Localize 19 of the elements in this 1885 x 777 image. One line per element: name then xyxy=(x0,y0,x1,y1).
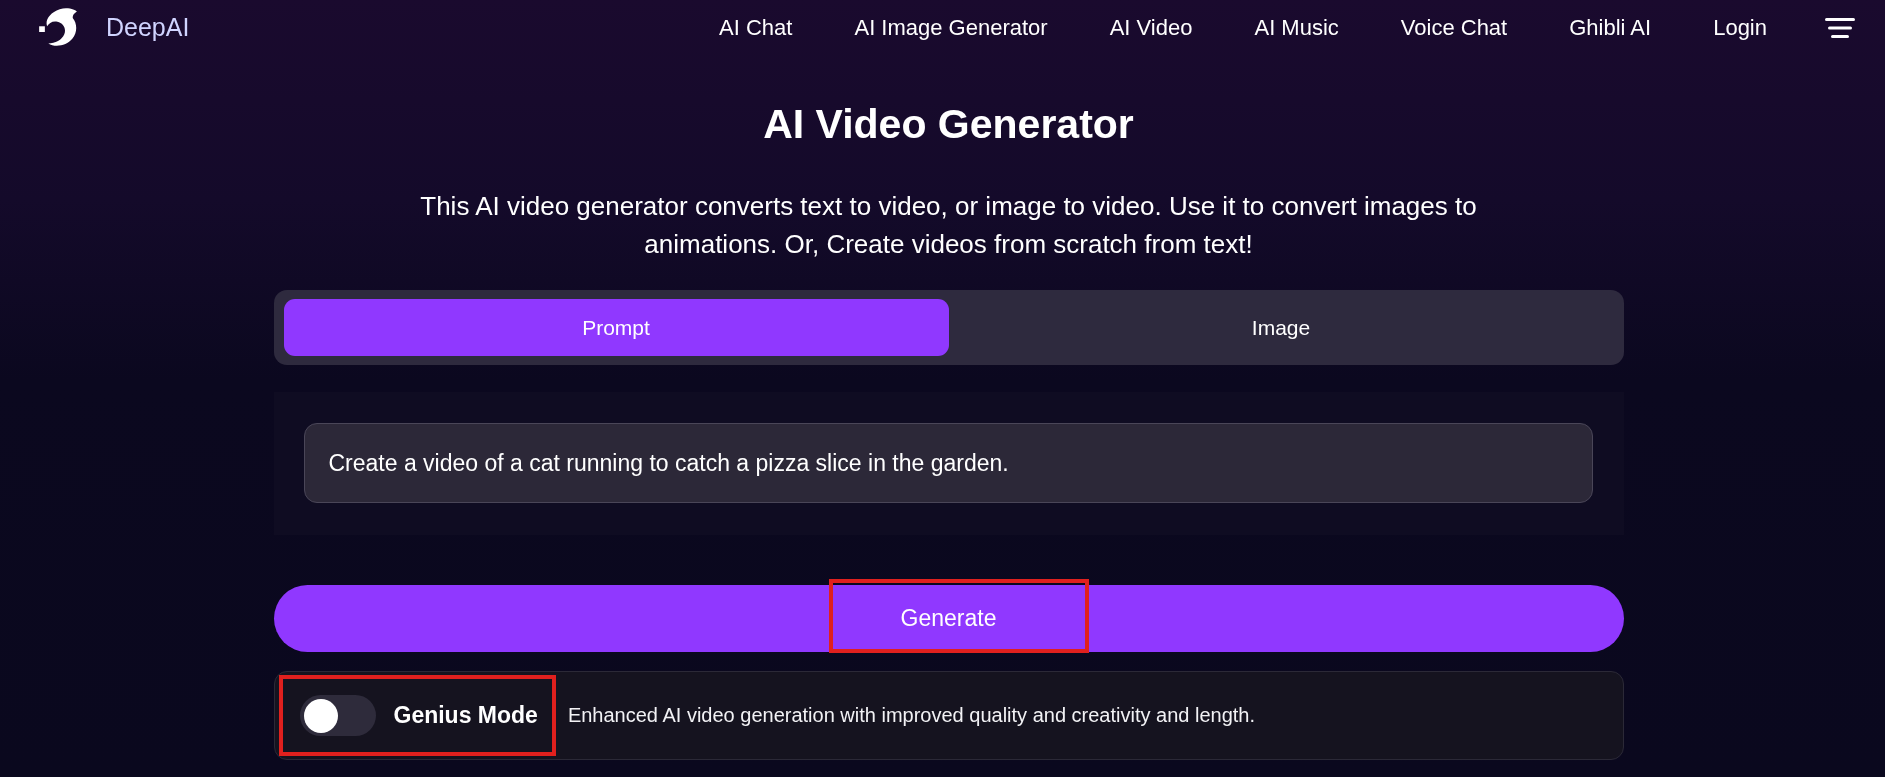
nav-link[interactable]: AI Video xyxy=(1109,14,1193,41)
nav-link[interactable]: Voice Chat xyxy=(1400,14,1508,41)
genius-mode-label: Genius Mode xyxy=(393,702,538,729)
page-description: This AI video generator converts text to video, or image to video. Use it to convert images to animations. Or, Create videos from scratch from text! xyxy=(419,190,1478,261)
genius-mode-description: Enhanced AI video generation with improved quality and creativity and length. xyxy=(567,704,1255,727)
toggle-switch[interactable] xyxy=(299,695,376,736)
prompt-field[interactable]: Create a video of a cat running to catch a pizza slice in the garden. xyxy=(303,423,1593,503)
nav-link[interactable]: Ghibli AI xyxy=(1569,14,1652,41)
menu-icon[interactable] xyxy=(1825,17,1855,38)
nav-link[interactable]: AI Chat xyxy=(719,14,793,41)
page-title: AI Video Generator xyxy=(763,100,1134,148)
nav-link[interactable]: AI Music xyxy=(1254,14,1339,41)
tab[interactable]: Prompt xyxy=(283,299,949,356)
brand-link[interactable]: DeepAI xyxy=(106,13,190,42)
logo-icon[interactable] xyxy=(38,7,78,48)
generate-button[interactable]: Generate xyxy=(273,585,1624,652)
nav-link[interactable]: Login xyxy=(1713,14,1767,41)
tab[interactable]: Image xyxy=(948,299,1614,356)
nav-link[interactable]: AI Image Generator xyxy=(854,14,1048,41)
